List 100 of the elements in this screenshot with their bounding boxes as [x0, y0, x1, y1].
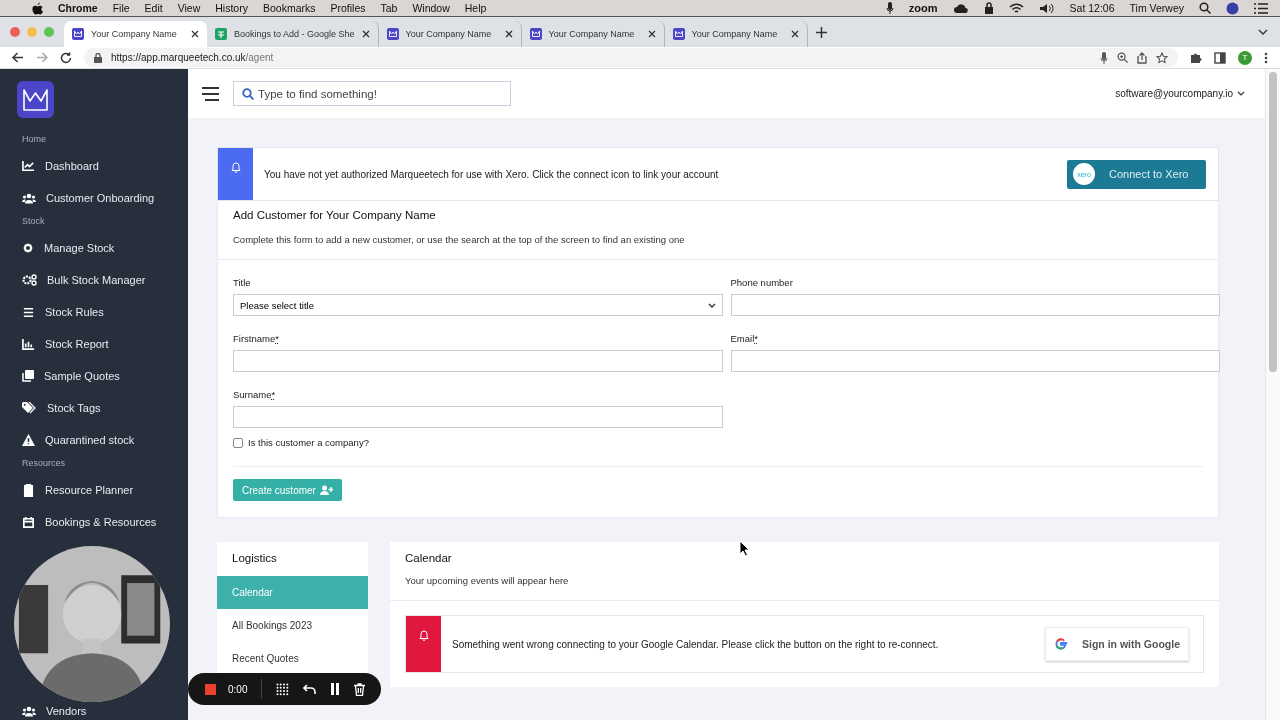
- menu-item[interactable]: Help: [464, 2, 487, 14]
- menu-item[interactable]: History: [215, 2, 248, 14]
- users-icon: [22, 705, 36, 717]
- zoom-status[interactable]: zoom: [908, 2, 938, 14]
- trash-icon[interactable]: [354, 682, 366, 696]
- chevron-down-icon: [707, 302, 716, 308]
- input-field[interactable]: [730, 294, 1220, 316]
- error-message: Something went wrong connecting to your Google Calendar. Please click the button on the right to re-connect.: [451, 638, 940, 650]
- logistics-item[interactable]: All Bookings 2023: [217, 609, 368, 642]
- menu-item[interactable]: View: [177, 2, 201, 14]
- crown-logo-icon[interactable]: [17, 81, 54, 118]
- scrollbar[interactable]: [1265, 69, 1280, 720]
- close-icon[interactable]: [790, 30, 799, 38]
- cloud-icon[interactable]: [952, 2, 969, 14]
- stop-icon[interactable]: [205, 683, 216, 695]
- alert-message: You have not yet authorized Marqueetech for use with Xero. Click the connect icon to link your account: [263, 168, 720, 180]
- side-panel-icon[interactable]: [1214, 51, 1226, 64]
- crown-logo-icon: [529, 28, 542, 40]
- copy-icon: [22, 370, 34, 382]
- add-user-icon: [319, 485, 333, 495]
- menu-clock[interactable]: Sat 12:06: [1069, 2, 1115, 14]
- recording-timer: 0:00: [228, 683, 248, 695]
- wifi-icon[interactable]: [1008, 2, 1024, 14]
- menu-item[interactable]: Window: [412, 2, 450, 14]
- undo-icon[interactable]: [303, 683, 317, 695]
- sidebar-item[interactable]: Dashboard: [0, 150, 188, 182]
- field-label: Firstname*: [233, 333, 280, 344]
- field-label: Email*: [730, 333, 759, 344]
- account-menu[interactable]: software@yourcompany.io: [1115, 88, 1245, 99]
- sidebar-item[interactable]: Resource Planner: [0, 474, 188, 506]
- close-icon[interactable]: [361, 30, 370, 38]
- checkbox-label: Is this customer a company?: [248, 437, 369, 448]
- menu-app-name[interactable]: Chrome: [58, 2, 98, 14]
- menu-item[interactable]: Profiles: [330, 2, 366, 14]
- search-field[interactable]: Type to find something!: [233, 81, 511, 106]
- crown-logo-icon: [72, 28, 84, 40]
- pause-icon[interactable]: [330, 683, 341, 695]
- card-title: Logistics: [231, 551, 278, 566]
- title-select[interactable]: Please select title: [233, 294, 723, 316]
- sidebar-item[interactable]: Manage Stock: [0, 232, 188, 264]
- google-logo-icon: [1054, 637, 1068, 651]
- reload-icon[interactable]: [60, 51, 72, 64]
- star-icon[interactable]: [1156, 51, 1168, 64]
- input-field[interactable]: [233, 406, 723, 428]
- volume-icon[interactable]: [1038, 2, 1055, 14]
- field-label: Title: [233, 277, 252, 288]
- input-field[interactable]: [730, 350, 1220, 372]
- address-field[interactable]: https://app.marqueetech.co.uk/agent: [84, 48, 1178, 67]
- profile-avatar[interactable]: T: [1238, 50, 1252, 65]
- search-icon[interactable]: [1199, 2, 1211, 14]
- section-heading: Stock: [21, 216, 46, 226]
- logistics-item[interactable]: Recent Quotes: [217, 642, 368, 675]
- users-icon: [22, 192, 36, 204]
- close-icon[interactable]: [647, 30, 656, 38]
- menu-item[interactable]: Bookmarks: [262, 2, 316, 14]
- grid-icon[interactable]: [276, 682, 290, 696]
- field-label: Phone number: [730, 277, 794, 288]
- calendar-icon: [22, 515, 35, 529]
- sidebar-item[interactable]: Stock Rules: [0, 296, 188, 328]
- lock-icon[interactable]: [983, 2, 994, 14]
- menu-icon[interactable]: [1254, 2, 1268, 14]
- clipboard-icon: [22, 483, 35, 497]
- list-icon: [22, 305, 35, 319]
- back-icon[interactable]: [12, 52, 24, 63]
- menu-item[interactable]: Tab: [380, 2, 398, 14]
- crown-logo-icon: [672, 28, 685, 40]
- puzzle-icon[interactable]: [1190, 51, 1202, 64]
- sidebar-item[interactable]: Quarantined stock: [0, 424, 188, 456]
- spreadsheet-icon: [215, 28, 227, 40]
- browser-tab[interactable]: Your Company Name: [64, 21, 207, 47]
- card-title: Calendar: [405, 552, 453, 564]
- bar-chart-icon: [22, 337, 35, 351]
- menu-item[interactable]: File: [112, 2, 130, 14]
- menu-user[interactable]: Tim Verwey: [1129, 2, 1184, 14]
- chevron-down-icon[interactable]: [1258, 29, 1268, 35]
- sidebar-item[interactable]: Customer Onboarding: [0, 182, 188, 214]
- card-subtitle: Complete this form to add a new customer, or use the search at the top of the screen to find an existing one: [233, 234, 686, 245]
- input-field[interactable]: [233, 350, 723, 372]
- share-icon[interactable]: [1137, 51, 1147, 64]
- google-sign-in-button[interactable]: Sign in with Google: [1045, 627, 1189, 661]
- sidebar-item[interactable]: Sample Quotes: [0, 360, 188, 392]
- checkbox[interactable]: [233, 437, 243, 448]
- menu-icon[interactable]: [202, 86, 219, 101]
- microphone-icon[interactable]: [885, 2, 894, 14]
- menu-item[interactable]: Edit: [144, 2, 163, 14]
- sidebar-item[interactable]: Bulk Stock Manager: [0, 264, 188, 296]
- close-icon[interactable]: [191, 30, 199, 38]
- sidebar-item[interactable]: Vendors: [0, 701, 188, 720]
- new-tab-icon[interactable]: [815, 26, 827, 38]
- card-title: Add Customer for Your Company Name: [233, 209, 437, 221]
- bell-icon: [230, 162, 241, 173]
- line-chart-icon: [22, 159, 35, 173]
- sidebar-item[interactable]: Bookings & Resources: [0, 506, 188, 538]
- zoom-icon[interactable]: [1117, 52, 1128, 63]
- sidebar-item[interactable]: Stock Report: [0, 328, 188, 360]
- close-icon[interactable]: [504, 30, 513, 38]
- sidebar-item[interactable]: Stock Tags: [0, 392, 188, 424]
- microphone-icon[interactable]: [1100, 51, 1108, 64]
- window-controls-icon[interactable]: [10, 27, 56, 37]
- more-icon[interactable]: [1264, 51, 1268, 64]
